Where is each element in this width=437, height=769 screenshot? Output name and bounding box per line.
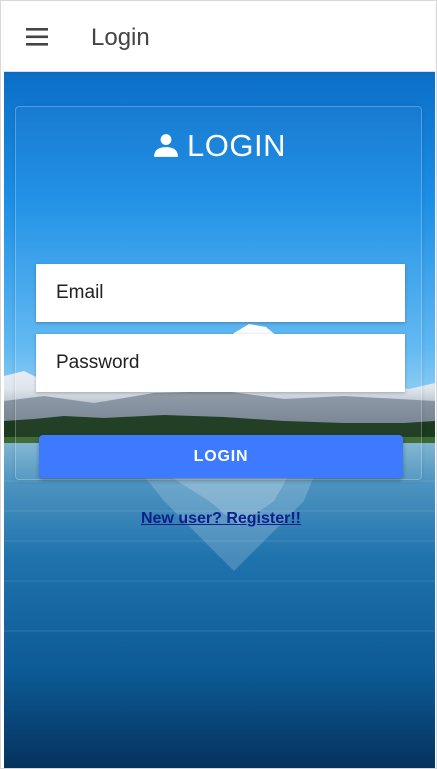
- page-title: Login: [91, 24, 150, 51]
- hamburger-menu-icon[interactable]: [26, 27, 50, 47]
- login-button[interactable]: LOGIN: [39, 435, 403, 478]
- password-field[interactable]: [36, 334, 405, 392]
- app-frame: Login LOGIN Email LOGIN New user? Regist…: [0, 0, 437, 769]
- password-field-container: [36, 334, 405, 392]
- login-heading: LOGIN: [1, 128, 436, 166]
- person-icon: [153, 130, 179, 166]
- app-bar: Login: [4, 3, 435, 72]
- register-link[interactable]: New user? Register!!: [1, 510, 436, 528]
- email-field[interactable]: [36, 264, 405, 322]
- email-field-container: [36, 264, 405, 322]
- login-heading-text: LOGIN: [187, 128, 286, 163]
